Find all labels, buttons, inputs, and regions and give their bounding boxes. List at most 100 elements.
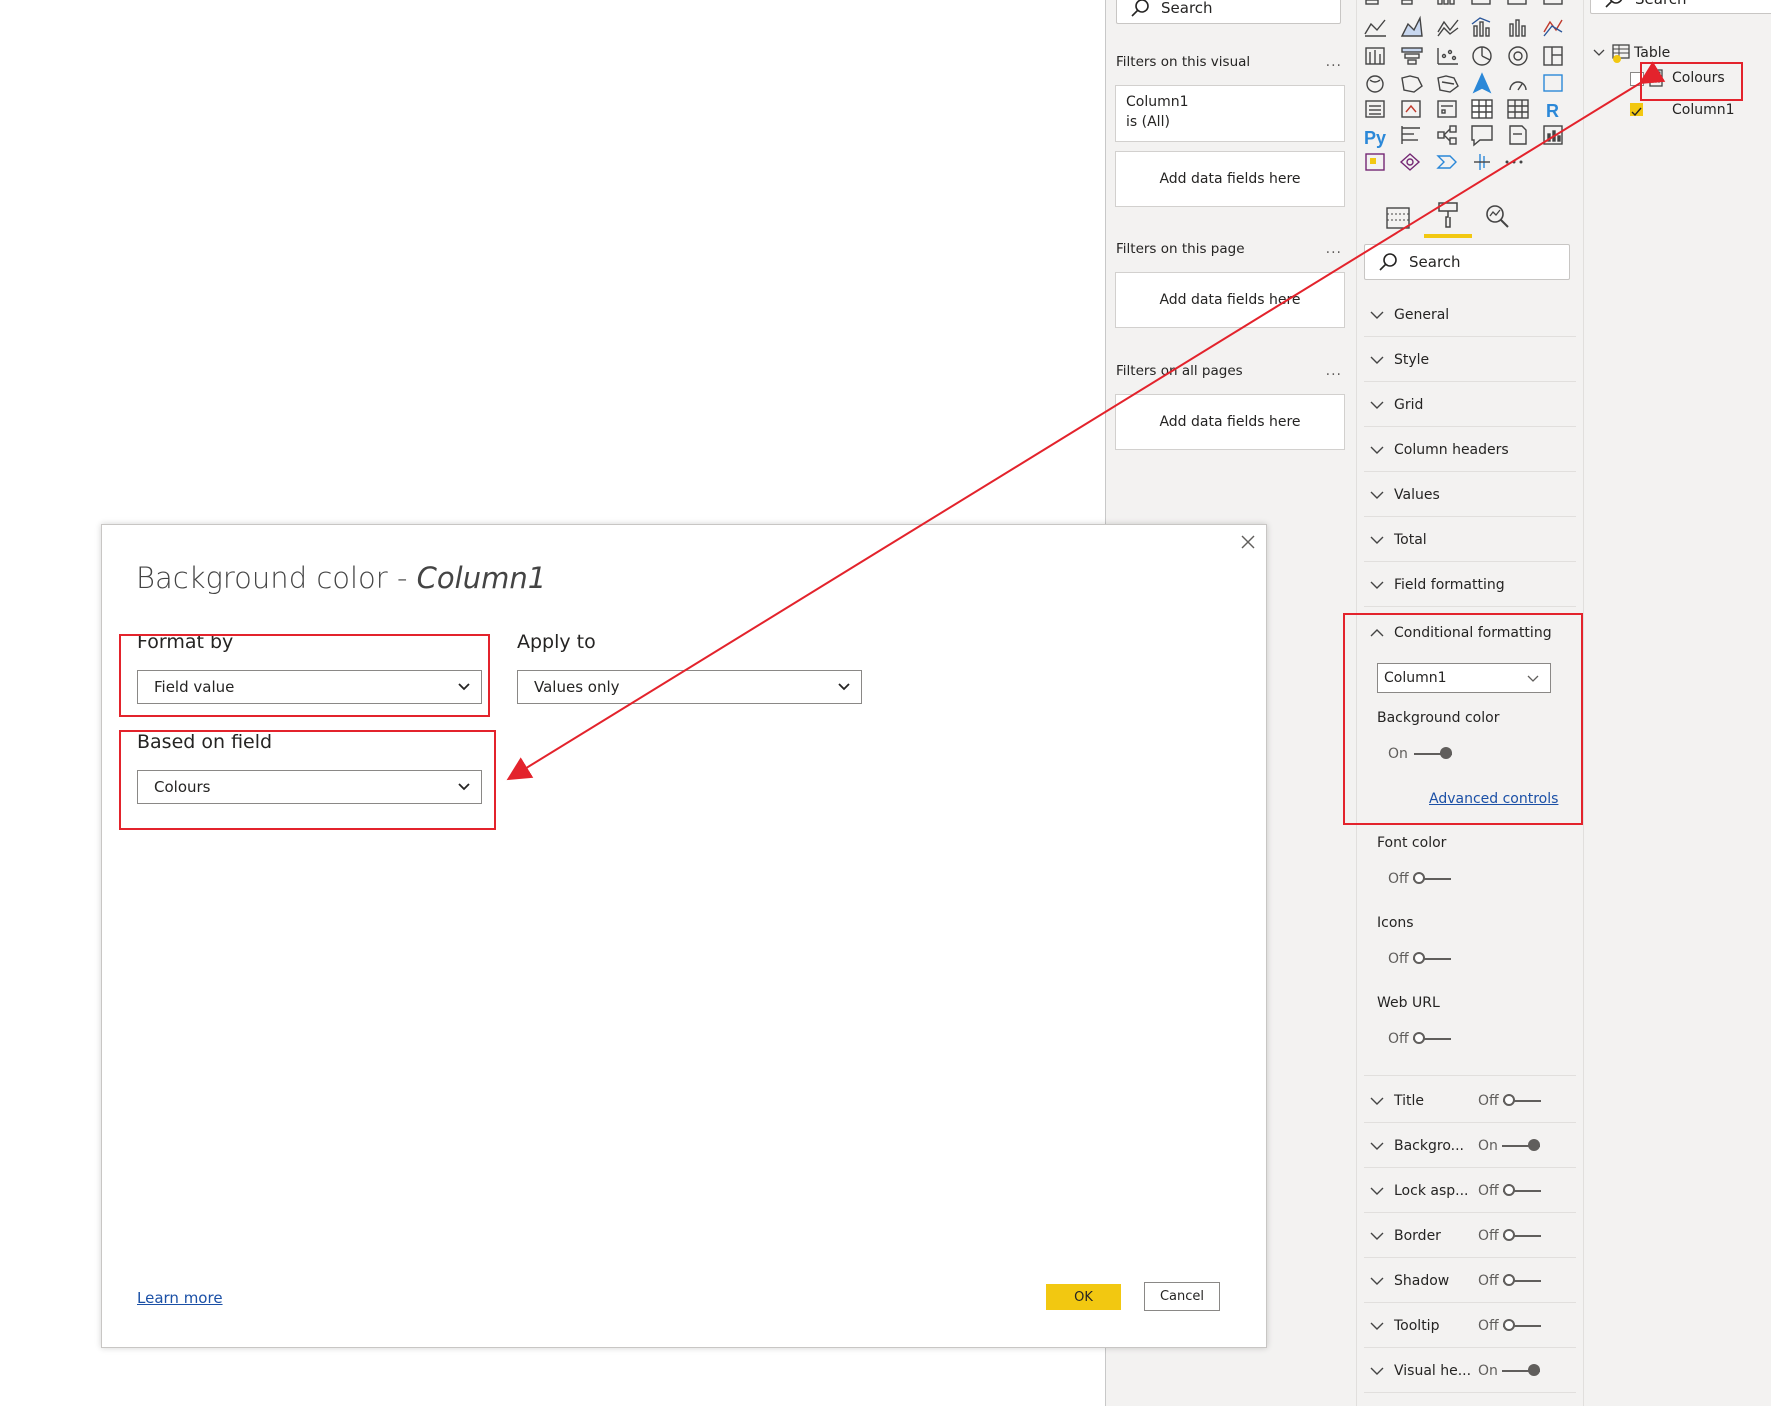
map-icon[interactable] bbox=[1366, 75, 1384, 93]
ok-button[interactable]: OK bbox=[1046, 1284, 1121, 1310]
gauge-icon[interactable] bbox=[1509, 81, 1527, 91]
section-general[interactable]: General bbox=[1364, 293, 1576, 337]
python-visual-icon[interactable]: Py bbox=[1364, 128, 1386, 148]
section-tooltip[interactable]: Tooltip Off bbox=[1364, 1304, 1576, 1348]
section-field-formatting[interactable]: Field formatting bbox=[1364, 563, 1576, 607]
paginated-report-icon[interactable] bbox=[1543, 125, 1563, 145]
card-icon[interactable] bbox=[1543, 74, 1563, 92]
more-options-icon[interactable]: ... bbox=[1326, 241, 1342, 257]
toggle-switch[interactable] bbox=[1502, 1183, 1541, 1198]
section-column-headers[interactable]: Column headers bbox=[1364, 428, 1576, 472]
power-apps-icon[interactable] bbox=[1365, 153, 1385, 171]
visual-add-fields-drop[interactable]: Add data fields here bbox=[1115, 151, 1345, 207]
toggle-switch[interactable] bbox=[1412, 872, 1451, 886]
section-toggle[interactable]: On bbox=[1478, 1363, 1540, 1379]
multi-row-card-icon[interactable] bbox=[1365, 100, 1385, 118]
section-lock-asp-[interactable]: Lock asp... Off bbox=[1364, 1169, 1576, 1213]
filters-search-input[interactable]: Search bbox=[1116, 0, 1341, 24]
table-node[interactable]: Table bbox=[1592, 42, 1670, 64]
section-visual-he-[interactable]: Visual he... On bbox=[1364, 1349, 1576, 1393]
stacked-bar-icon[interactable] bbox=[1365, 0, 1384, 5]
funnel-icon[interactable] bbox=[1401, 47, 1423, 65]
stacked-area-icon[interactable] bbox=[1437, 19, 1459, 37]
apply-to-select[interactable]: Values only bbox=[517, 670, 862, 704]
close-icon[interactable] bbox=[1240, 534, 1256, 550]
section-title[interactable]: Title Off bbox=[1364, 1079, 1576, 1123]
section-backgro-[interactable]: Backgro... On bbox=[1364, 1124, 1576, 1168]
section-shadow[interactable]: Shadow Off bbox=[1364, 1259, 1576, 1303]
section-toggle[interactable]: Off bbox=[1478, 1228, 1541, 1244]
matrix-icon[interactable] bbox=[1507, 99, 1529, 119]
toggle-switch[interactable] bbox=[1502, 1093, 1541, 1108]
format-search-input[interactable]: Search bbox=[1364, 244, 1570, 280]
all-pages-add-fields-drop[interactable]: Add data fields here bbox=[1115, 394, 1345, 450]
section-style[interactable]: Style bbox=[1364, 338, 1576, 382]
pane-divider bbox=[1583, 0, 1584, 1406]
section-label: Tooltip bbox=[1394, 1317, 1440, 1334]
cf-font-toggle[interactable]: Off bbox=[1388, 871, 1451, 887]
field-item-column1[interactable]: Column1 bbox=[1672, 102, 1735, 118]
more-visuals-icon[interactable] bbox=[1505, 160, 1523, 164]
learn-more-link[interactable]: Learn more bbox=[137, 1289, 223, 1307]
scatter-icon[interactable] bbox=[1437, 48, 1458, 65]
fields-tab-icon[interactable] bbox=[1384, 204, 1412, 232]
custom-visual-b-icon[interactable] bbox=[1474, 154, 1490, 170]
fields-search-input[interactable]: Search bbox=[1590, 0, 1771, 14]
toggle-switch[interactable] bbox=[1412, 1032, 1451, 1046]
azure-map-icon[interactable] bbox=[1472, 72, 1492, 94]
section-toggle[interactable]: Off bbox=[1478, 1093, 1541, 1109]
section-toggle[interactable]: Off bbox=[1478, 1318, 1541, 1334]
toggle-switch[interactable] bbox=[1502, 1273, 1541, 1288]
format-paint-roller-icon[interactable] bbox=[1434, 200, 1462, 230]
slicer-icon[interactable] bbox=[1437, 100, 1457, 118]
section-toggle[interactable]: Off bbox=[1478, 1273, 1541, 1289]
clustered-column-icon[interactable] bbox=[1471, 0, 1491, 5]
cf-weburl-toggle[interactable]: Off bbox=[1388, 1031, 1451, 1047]
decomposition-tree-icon[interactable] bbox=[1437, 125, 1457, 145]
line-chart-icon[interactable] bbox=[1364, 19, 1386, 37]
table-icon bbox=[1612, 44, 1630, 63]
treemap-icon[interactable] bbox=[1543, 46, 1563, 66]
line-column-icon[interactable] bbox=[1471, 17, 1491, 37]
ribbon-chart-icon[interactable] bbox=[1509, 19, 1526, 37]
more-options-icon[interactable]: ... bbox=[1326, 363, 1342, 379]
waterfall-icon[interactable] bbox=[1543, 19, 1563, 37]
clustered-bar-icon[interactable] bbox=[1401, 0, 1418, 5]
more-options-icon[interactable]: ... bbox=[1326, 54, 1342, 70]
area-chart-icon[interactable] bbox=[1400, 15, 1423, 37]
toggle-switch[interactable] bbox=[1501, 1138, 1540, 1153]
visual-filter-card[interactable]: Column1 is (All) bbox=[1115, 85, 1345, 142]
qa-icon[interactable] bbox=[1471, 125, 1493, 147]
section-total[interactable]: Total bbox=[1364, 518, 1576, 562]
kpi-icon[interactable] bbox=[1401, 100, 1421, 118]
toggle-switch[interactable] bbox=[1412, 952, 1451, 966]
section-grid[interactable]: Grid bbox=[1364, 383, 1576, 427]
pie-icon[interactable] bbox=[1472, 46, 1492, 66]
shape-map-icon[interactable] bbox=[1437, 75, 1459, 93]
100-column-icon[interactable] bbox=[1543, 0, 1563, 5]
analytics-tab-icon[interactable] bbox=[1482, 202, 1512, 232]
funnel-bars-icon[interactable] bbox=[1365, 47, 1385, 65]
section-values[interactable]: Values bbox=[1364, 473, 1576, 517]
page-add-fields-drop[interactable]: Add data fields here bbox=[1115, 272, 1345, 328]
power-automate-icon[interactable] bbox=[1436, 155, 1457, 169]
toggle-switch[interactable] bbox=[1502, 1318, 1541, 1333]
smart-narrative-icon[interactable] bbox=[1509, 125, 1527, 145]
toggle-switch[interactable] bbox=[1502, 1228, 1541, 1243]
cf-icons-toggle[interactable]: Off bbox=[1388, 951, 1451, 967]
filled-map-icon[interactable] bbox=[1401, 75, 1423, 93]
cancel-button[interactable]: Cancel bbox=[1144, 1282, 1220, 1311]
stacked-column-icon[interactable] bbox=[1437, 0, 1455, 5]
table-icon[interactable] bbox=[1471, 99, 1493, 119]
custom-visual-a-icon[interactable] bbox=[1399, 153, 1421, 171]
section-label: General bbox=[1394, 306, 1450, 323]
key-influencers-icon[interactable] bbox=[1401, 126, 1420, 144]
donut-icon[interactable] bbox=[1508, 46, 1528, 66]
toggle-switch[interactable] bbox=[1501, 1363, 1540, 1378]
100-bar-icon[interactable] bbox=[1507, 0, 1527, 5]
r-visual-icon[interactable]: R bbox=[1546, 101, 1559, 121]
column1-checkbox-checked[interactable] bbox=[1630, 103, 1643, 117]
section-toggle[interactable]: On bbox=[1478, 1138, 1540, 1154]
section-border[interactable]: Border Off bbox=[1364, 1214, 1576, 1258]
section-toggle[interactable]: Off bbox=[1478, 1183, 1541, 1199]
